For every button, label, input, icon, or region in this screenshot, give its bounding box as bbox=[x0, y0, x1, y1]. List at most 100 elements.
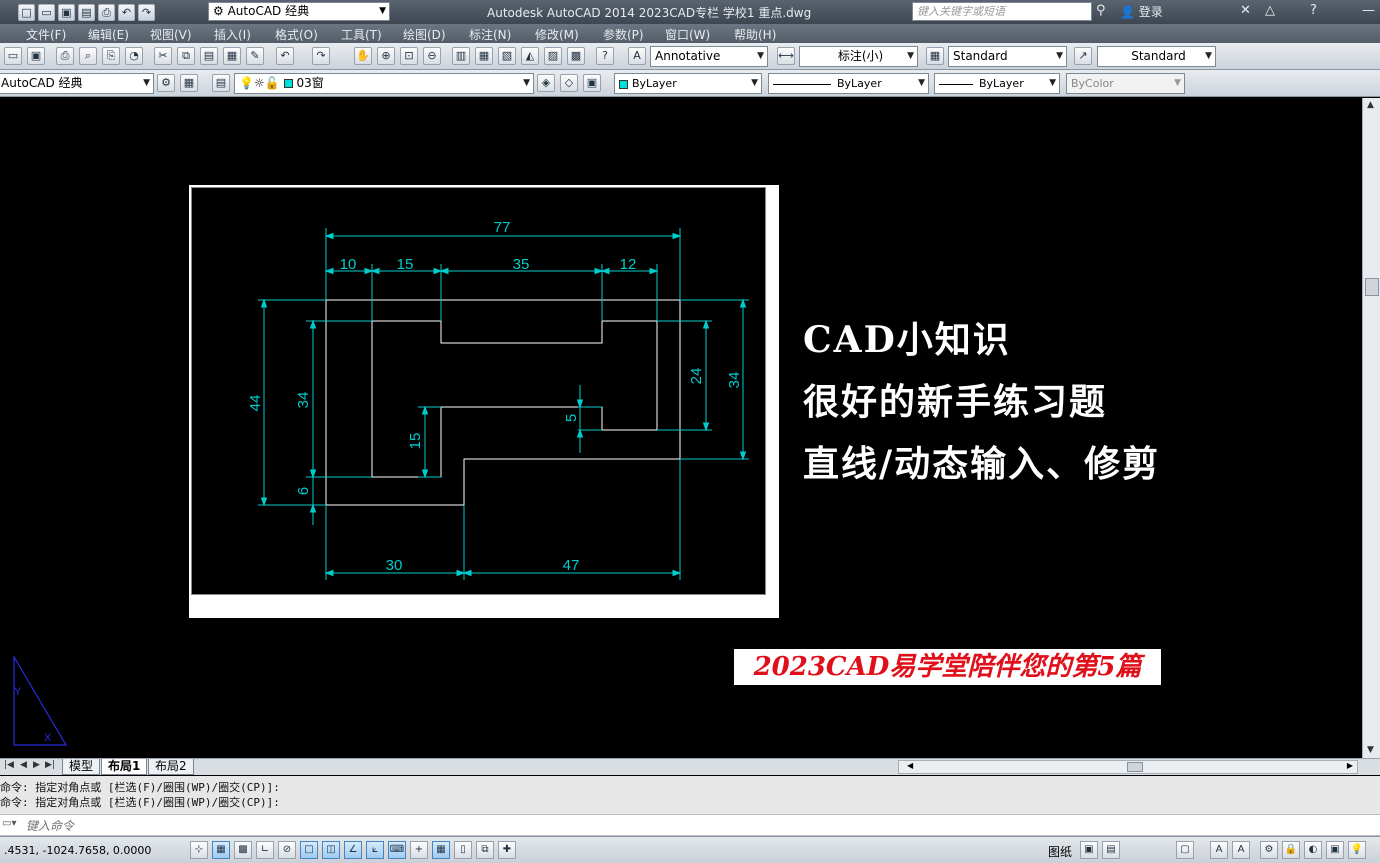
snap-mode-icon[interactable]: ▦ bbox=[212, 841, 230, 859]
toolbar-lock-icon[interactable]: 🔒 bbox=[1282, 841, 1300, 859]
menu-window[interactable]: 窗口(W) bbox=[665, 26, 710, 43]
tool-palettes-icon[interactable]: ▧ bbox=[498, 47, 516, 65]
workspace-select-2[interactable]: AutoCAD 经典 ▼ bbox=[0, 73, 154, 94]
customize-icon[interactable]: ▦ bbox=[180, 74, 198, 92]
selection-cycling-icon[interactable]: ⧉ bbox=[476, 841, 494, 859]
horizontal-scrollbar[interactable]: ◀ ▶ bbox=[898, 760, 1358, 774]
plot-preview-icon[interactable]: ⌕ bbox=[79, 47, 97, 65]
help-icon[interactable]: ? bbox=[596, 47, 614, 65]
multileader-style-icon[interactable]: ↗ bbox=[1074, 47, 1092, 65]
cut-icon[interactable]: ✂ bbox=[154, 47, 172, 65]
menu-parametric[interactable]: 参数(P) bbox=[603, 26, 644, 43]
3d-print-icon[interactable]: ◔ bbox=[125, 47, 143, 65]
next-tab-icon[interactable]: ▶ bbox=[33, 760, 40, 770]
print-icon[interactable]: ⎙ bbox=[98, 3, 115, 21]
design-center-icon[interactable]: ▦ bbox=[475, 47, 493, 65]
save-icon[interactable]: ▣ bbox=[27, 47, 45, 65]
dynamic-input-icon[interactable]: ⌨ bbox=[388, 841, 406, 859]
menu-modify[interactable]: 修改(M) bbox=[535, 26, 579, 43]
ortho-mode-icon[interactable]: ∟ bbox=[256, 841, 274, 859]
redo-icon[interactable]: ↷ bbox=[138, 3, 155, 21]
undo-icon[interactable]: ↶ bbox=[118, 3, 135, 21]
menu-tools[interactable]: 工具(T) bbox=[341, 26, 382, 43]
block-editor-icon[interactable]: ✎ bbox=[246, 47, 264, 65]
infer-constraints-icon[interactable]: ⊹ bbox=[190, 841, 208, 859]
menu-view[interactable]: 视图(V) bbox=[150, 26, 192, 43]
open-icon[interactable]: ▭ bbox=[38, 3, 55, 21]
tab-layout1[interactable]: 布局1 bbox=[101, 759, 148, 775]
open-icon[interactable]: ▭ bbox=[4, 47, 22, 65]
lineweight-select[interactable]: ByLayer ▼ bbox=[934, 73, 1060, 94]
scroll-right-icon[interactable]: ▶ bbox=[1347, 761, 1353, 770]
dynamic-ucs-icon[interactable]: ⟀ bbox=[366, 841, 384, 859]
pan-icon[interactable]: ✋ bbox=[354, 47, 372, 65]
hardware-acceleration-icon[interactable]: ◐ bbox=[1304, 841, 1322, 859]
minimize-icon[interactable]: — bbox=[1362, 3, 1375, 18]
menu-format[interactable]: 格式(O) bbox=[275, 26, 318, 43]
grid-display-icon[interactable]: ▩ bbox=[234, 841, 252, 859]
scroll-up-icon[interactable]: ▲ bbox=[1367, 100, 1374, 110]
workspace-select[interactable]: ⚙ AutoCAD 经典 ▼ bbox=[208, 2, 390, 21]
menu-edit[interactable]: 编辑(E) bbox=[88, 26, 129, 43]
workspace-switching-icon[interactable]: ⚙ bbox=[1260, 841, 1278, 859]
workspace-settings-icon[interactable]: ⚙ bbox=[157, 74, 175, 92]
autodesk-app-icon[interactable]: △ bbox=[1265, 3, 1275, 18]
zoom-window-icon[interactable]: ⊡ bbox=[400, 47, 418, 65]
copy-icon[interactable]: ⧉ bbox=[177, 47, 195, 65]
sheet-set-icon[interactable]: ◭ bbox=[521, 47, 539, 65]
layer-previous-icon[interactable]: ◇ bbox=[560, 74, 578, 92]
command-prompt-icon[interactable]: ▭▾ bbox=[2, 818, 16, 829]
undo-icon[interactable]: ↶ bbox=[276, 47, 294, 65]
clean-screen-icon[interactable]: 💡 bbox=[1348, 841, 1366, 859]
vertical-scrollbar[interactable]: ▲ ▼ bbox=[1362, 98, 1380, 758]
color-select[interactable]: ByLayer ▼ bbox=[614, 73, 762, 94]
command-input[interactable] bbox=[26, 817, 1366, 834]
annotation-scale-icon[interactable]: A bbox=[1210, 841, 1228, 859]
quick-view-drawings-icon[interactable]: ▤ bbox=[1102, 841, 1120, 859]
login-button[interactable]: 👤 登录 bbox=[1120, 3, 1163, 20]
match-properties-icon[interactable]: ▦ bbox=[223, 47, 241, 65]
save-as-icon[interactable]: ▤ bbox=[78, 3, 95, 21]
calculator-icon[interactable]: ▩ bbox=[567, 47, 585, 65]
plot-icon[interactable]: ⎙ bbox=[56, 47, 74, 65]
menu-draw[interactable]: 绘图(D) bbox=[403, 26, 446, 43]
hscroll-thumb[interactable] bbox=[1127, 762, 1143, 772]
help-icon[interactable]: ? bbox=[1310, 3, 1317, 18]
linetype-select[interactable]: ByLayer ▼ bbox=[768, 73, 929, 94]
text-style-icon[interactable]: A bbox=[628, 47, 646, 65]
polar-tracking-icon[interactable]: ⊘ bbox=[278, 841, 296, 859]
layer-properties-icon[interactable]: ▤ bbox=[212, 74, 230, 92]
save-icon[interactable]: ▣ bbox=[58, 3, 75, 21]
drawing-area[interactable]: 77 10 15 35 12 44 34 6 15 5 24 34 30 47 … bbox=[0, 98, 1362, 758]
scroll-down-icon[interactable]: ▼ bbox=[1367, 745, 1374, 755]
paper-space-label[interactable]: 图纸 bbox=[1048, 843, 1072, 860]
dim-style-select[interactable]: 标注(小) ▼ bbox=[799, 46, 918, 67]
tab-layout2[interactable]: 布局2 bbox=[148, 759, 194, 775]
object-snap-tracking-icon[interactable]: ∠ bbox=[344, 841, 362, 859]
binoculars-icon[interactable]: ⚲ bbox=[1096, 3, 1106, 18]
transparency-icon[interactable]: ▦ bbox=[432, 841, 450, 859]
first-tab-icon[interactable]: |◀ bbox=[4, 760, 14, 770]
zoom-previous-icon[interactable]: ⊖ bbox=[423, 47, 441, 65]
menu-insert[interactable]: 插入(I) bbox=[214, 26, 251, 43]
table-style-select[interactable]: Standard ▼ bbox=[948, 46, 1067, 67]
markup-icon[interactable]: ▨ bbox=[544, 47, 562, 65]
properties-icon[interactable]: ▥ bbox=[452, 47, 470, 65]
layer-state-icon[interactable]: ▣ bbox=[583, 74, 601, 92]
table-style-icon[interactable]: ▦ bbox=[926, 47, 944, 65]
multileader-style-select[interactable]: Standard ▼ bbox=[1097, 46, 1216, 67]
make-current-layer-icon[interactable]: ◈ bbox=[537, 74, 555, 92]
annotation-visibility-icon[interactable]: A bbox=[1232, 841, 1250, 859]
dim-style-icon[interactable]: ⟷ bbox=[777, 47, 795, 65]
text-style-select[interactable]: Annotative ▼ bbox=[650, 46, 768, 67]
scroll-thumb[interactable] bbox=[1365, 278, 1379, 296]
paste-icon[interactable]: ▤ bbox=[200, 47, 218, 65]
object-snap-icon[interactable]: □ bbox=[300, 841, 318, 859]
search-input[interactable]: 键入关键字或短语 bbox=[912, 2, 1092, 21]
lineweight-icon[interactable]: + bbox=[410, 841, 428, 859]
quick-view-layouts-icon[interactable]: ▣ bbox=[1080, 841, 1098, 859]
3d-object-snap-icon[interactable]: ◫ bbox=[322, 841, 340, 859]
maximize-viewport-icon[interactable]: ▢ bbox=[1176, 841, 1194, 859]
last-tab-icon[interactable]: ▶| bbox=[45, 760, 55, 770]
layer-select[interactable]: 💡☼🔓 03窗 ▼ bbox=[234, 73, 534, 94]
